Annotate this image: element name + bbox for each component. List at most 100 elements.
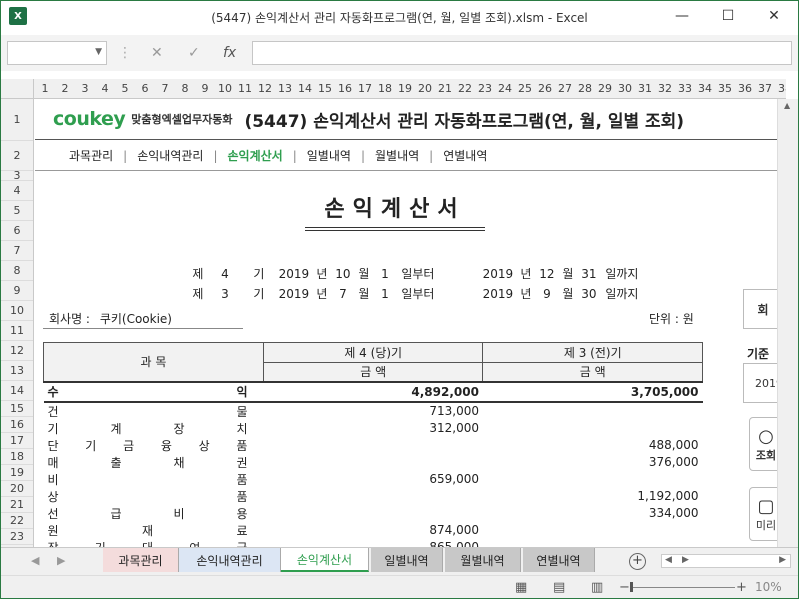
row-header-cell[interactable]: 2 (1, 141, 33, 171)
column-header-cell[interactable]: 25 (515, 82, 535, 95)
zoom-level[interactable]: 10% (755, 580, 782, 594)
column-header-cell[interactable]: 1 (35, 82, 55, 95)
row-header-cell[interactable]: 3 (1, 170, 33, 181)
name-box[interactable]: ▼ (7, 41, 107, 65)
column-header-cell[interactable]: 10 (215, 82, 235, 95)
column-header-cell[interactable]: 2 (55, 82, 75, 95)
page-layout-icon[interactable]: ▤ (553, 580, 565, 595)
nav-item-subjects[interactable]: 과목관리 (59, 147, 123, 164)
cancel-icon[interactable]: ✕ (151, 45, 163, 61)
row-header-cell[interactable]: 21 (1, 497, 33, 513)
nav-item-income-statement[interactable]: 손익계산서 (218, 147, 293, 164)
zoom-in-button[interactable]: + (736, 580, 747, 595)
column-header-cell[interactable]: 13 (275, 82, 295, 95)
column-header-cell[interactable]: 38 (775, 82, 786, 95)
column-header-cell[interactable]: 34 (695, 82, 715, 95)
preview-button[interactable]: ▢ 미리 (749, 487, 777, 541)
nav-item-yearly[interactable]: 연별내역 (433, 147, 497, 164)
sheet-tab[interactable]: 과목관리 (103, 548, 179, 572)
column-header-cell[interactable]: 24 (495, 82, 515, 95)
sheet-tab[interactable]: 월별내역 (445, 548, 521, 572)
row-header-cell[interactable]: 23 (1, 529, 33, 545)
column-header-cell[interactable]: 29 (595, 82, 615, 95)
row-header-cell[interactable]: 17 (1, 433, 33, 449)
column-header-cell[interactable]: 9 (195, 82, 215, 95)
column-header-cell[interactable]: 36 (735, 82, 755, 95)
row-header-cell[interactable]: 5 (1, 201, 33, 221)
sheet-tab[interactable]: 일별내역 (371, 548, 443, 572)
column-header-cell[interactable]: 26 (535, 82, 555, 95)
column-header-cell[interactable]: 16 (335, 82, 355, 95)
close-button[interactable]: ✕ (751, 1, 797, 31)
maximize-button[interactable]: ☐ (705, 1, 751, 31)
row-header-cell[interactable]: 14 (1, 381, 33, 401)
search-button[interactable]: ○ 조회 (749, 417, 777, 471)
zoom-slider[interactable] (631, 587, 735, 588)
enter-icon[interactable]: ✓ (188, 45, 200, 61)
scroll-right-end-icon[interactable]: ▶ (779, 555, 786, 565)
column-header-cell[interactable]: 4 (95, 82, 115, 95)
column-header-cell[interactable]: 17 (355, 82, 375, 95)
row-header-cell[interactable]: 10 (1, 301, 33, 321)
row-header-cell[interactable]: 7 (1, 241, 33, 261)
column-header-cell[interactable]: 27 (555, 82, 575, 95)
column-header-cell[interactable]: 15 (315, 82, 335, 95)
row-header-cell[interactable]: 18 (1, 449, 33, 465)
tab-next-icon[interactable]: ▶ (57, 554, 65, 567)
row-header-cell[interactable]: 4 (1, 181, 33, 201)
column-header-cell[interactable]: 7 (155, 82, 175, 95)
column-header-cell[interactable]: 31 (635, 82, 655, 95)
row-header-cell[interactable]: 9 (1, 281, 33, 301)
select-all-button[interactable] (1, 79, 34, 98)
column-header-cell[interactable]: 33 (675, 82, 695, 95)
horizontal-scrollbar[interactable]: ◀ ▶ ▶ (661, 554, 791, 568)
action-button[interactable]: 회 (743, 289, 777, 329)
sheet-tab[interactable]: 손익내역관리 (179, 548, 281, 572)
column-header-cell[interactable]: 8 (175, 82, 195, 95)
scroll-left-icon[interactable]: ◀ (665, 555, 672, 565)
nav-item-monthly[interactable]: 월별내역 (365, 147, 429, 164)
minimize-button[interactable]: — (659, 1, 705, 31)
nav-item-pl-entries[interactable]: 손익내역관리 (127, 147, 213, 164)
scroll-up-icon[interactable]: ▲ (784, 101, 790, 110)
vertical-scrollbar[interactable]: ▲ (777, 99, 798, 547)
row-header-cell[interactable]: 20 (1, 481, 33, 497)
column-header-cell[interactable]: 37 (755, 82, 775, 95)
column-header-cell[interactable]: 21 (435, 82, 455, 95)
column-header-cell[interactable]: 35 (715, 82, 735, 95)
formula-input[interactable] (252, 41, 792, 65)
column-header-cell[interactable]: 20 (415, 82, 435, 95)
page-break-preview-icon[interactable]: ▥ (591, 580, 603, 595)
normal-view-icon[interactable]: ▦ (515, 580, 527, 595)
column-header-cell[interactable]: 6 (135, 82, 155, 95)
column-header-cell[interactable]: 23 (475, 82, 495, 95)
row-header-cell[interactable]: 19 (1, 465, 33, 481)
tab-prev-icon[interactable]: ◀ (31, 554, 39, 567)
sheet-tab[interactable]: 연별내역 (523, 548, 595, 572)
row-header-cell[interactable]: 11 (1, 321, 33, 341)
insert-function-icon[interactable]: fx (223, 45, 236, 61)
scroll-right-icon[interactable]: ▶ (682, 555, 689, 565)
zoom-out-button[interactable]: − (619, 580, 630, 595)
sheet-tab[interactable]: 손익계산서 (281, 548, 369, 572)
row-header-cell[interactable]: 6 (1, 221, 33, 241)
nav-item-daily[interactable]: 일별내역 (297, 147, 361, 164)
row-header-cell[interactable]: 12 (1, 341, 33, 361)
column-header-cell[interactable]: 28 (575, 82, 595, 95)
row-header-cell[interactable]: 16 (1, 417, 33, 433)
row-header-cell[interactable]: 13 (1, 361, 33, 381)
column-header-cell[interactable]: 18 (375, 82, 395, 95)
column-header-cell[interactable]: 5 (115, 82, 135, 95)
column-header-cell[interactable]: 12 (255, 82, 275, 95)
row-header-cell[interactable]: 22 (1, 513, 33, 529)
column-header-cell[interactable]: 32 (655, 82, 675, 95)
row-header-cell[interactable]: 1 (1, 99, 33, 141)
add-sheet-button[interactable]: + (629, 553, 646, 570)
column-header-cell[interactable]: 22 (455, 82, 475, 95)
row-header-cell[interactable]: 15 (1, 401, 33, 417)
chevron-down-icon[interactable]: ▼ (95, 47, 102, 57)
worksheet[interactable]: coukey 맞춤형엑셀업무자동화 (5447) 손익계산서 관리 자동화프로그… (35, 99, 777, 547)
column-header-cell[interactable]: 30 (615, 82, 635, 95)
base-year-select[interactable]: 2019 (743, 363, 777, 403)
row-header-cell[interactable]: 8 (1, 261, 33, 281)
